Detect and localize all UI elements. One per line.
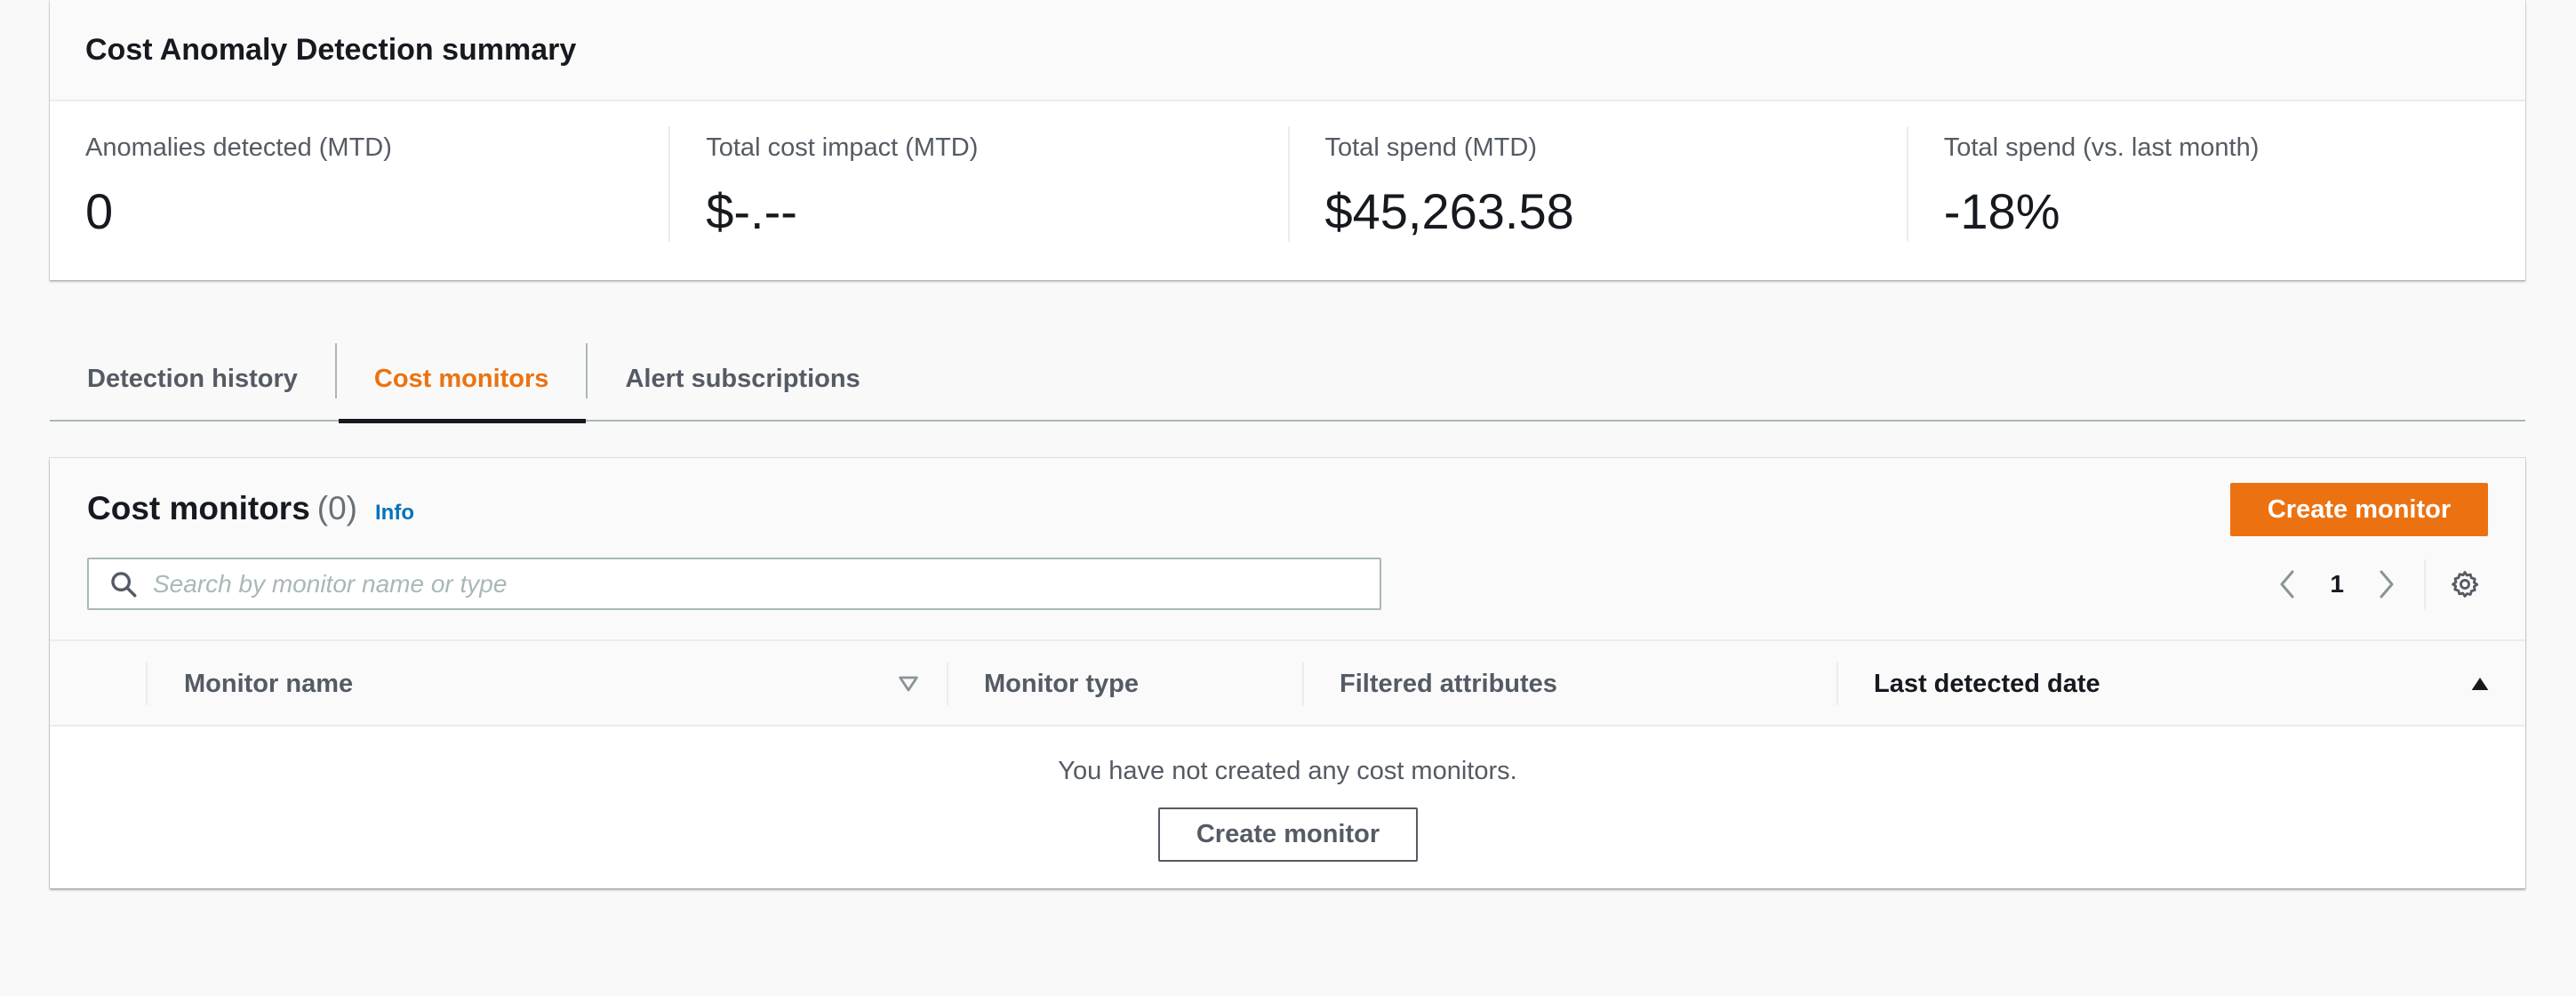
column-divider (1836, 663, 1838, 705)
metric-label: Anomalies detected (MTD) (85, 133, 392, 162)
next-page-button[interactable] (2369, 566, 2404, 602)
search-icon (111, 571, 137, 597)
chevron-right-icon (2380, 570, 2394, 598)
column-header-monitor-type[interactable]: Monitor type (984, 641, 1139, 727)
panel-title: Cost monitors (87, 490, 310, 526)
cost-monitors-panel: Cost monitors (0) Info Create monitor 1 (50, 458, 2525, 888)
tab-bar: Detection history Cost monitors Alert su… (50, 336, 2525, 423)
monitor-count: (0) (316, 490, 358, 526)
metric-label: Total spend (MTD) (1324, 133, 1538, 162)
column-divider (947, 663, 948, 705)
info-link[interactable]: Info (375, 501, 414, 526)
metrics-row: Anomalies detected (MTD) 0 Total cost im… (50, 101, 2525, 242)
search-field[interactable] (87, 558, 1381, 610)
summary-header: Cost Anomaly Detection summary (50, 0, 2525, 101)
column-header-monitor-name[interactable]: Monitor name (184, 641, 353, 727)
metric-value: -18% (1943, 183, 2060, 239)
sort-caret-up-filled-icon[interactable] (2468, 671, 2492, 696)
metric-anomalies-detected: Anomalies detected (MTD) 0 (50, 126, 668, 242)
pagination-divider (2424, 559, 2426, 609)
column-header-filtered-attributes[interactable]: Filtered attributes (1340, 641, 1557, 727)
empty-state-message: You have not created any cost monitors. (1058, 757, 1517, 785)
tab-detection-history[interactable]: Detection history (50, 336, 335, 422)
metric-spend-vs-last-month: Total spend (vs. last month) -18% (1906, 126, 2525, 242)
metric-label: Total spend (vs. last month) (1943, 133, 2260, 162)
metric-total-spend: Total spend (MTD) $45,263.58 (1287, 126, 1907, 242)
pagination: 1 (2269, 558, 2483, 611)
metric-label: Total cost impact (MTD) (706, 133, 979, 162)
column-divider (1302, 663, 1304, 705)
column-divider (146, 663, 148, 705)
metric-value: $-.-- (706, 183, 797, 239)
gear-icon (2452, 571, 2479, 598)
chevron-left-icon (2280, 570, 2294, 598)
anomaly-summary-container: Cost Anomaly Detection summary Anomalies… (50, 0, 2525, 280)
create-monitor-button[interactable]: Create monitor (2230, 483, 2488, 536)
tab-alert-subscriptions[interactable]: Alert subscriptions (588, 336, 897, 422)
create-monitor-empty-state-button[interactable]: Create monitor (1158, 807, 1418, 862)
metric-value: 0 (85, 183, 114, 239)
tab-cost-monitors[interactable]: Cost monitors (337, 336, 587, 423)
summary-title: Cost Anomaly Detection summary (85, 32, 577, 67)
table-body: You have not created any cost monitors. … (50, 727, 2525, 888)
metric-value: $45,263.58 (1324, 183, 1574, 239)
panel-header: Cost monitors (0) Info (87, 490, 414, 527)
table-header: Monitor name Monitor type Filtered attri… (50, 639, 2525, 727)
column-header-last-detected-date[interactable]: Last detected date (1874, 641, 2100, 727)
table-preferences-button[interactable] (2447, 566, 2483, 602)
current-page-number[interactable]: 1 (2330, 570, 2344, 598)
previous-page-button[interactable] (2269, 566, 2305, 602)
metric-total-cost-impact: Total cost impact (MTD) $-.-- (668, 126, 1287, 242)
search-input[interactable] (153, 569, 1308, 598)
sort-caret-down-outline-icon[interactable] (896, 671, 921, 696)
